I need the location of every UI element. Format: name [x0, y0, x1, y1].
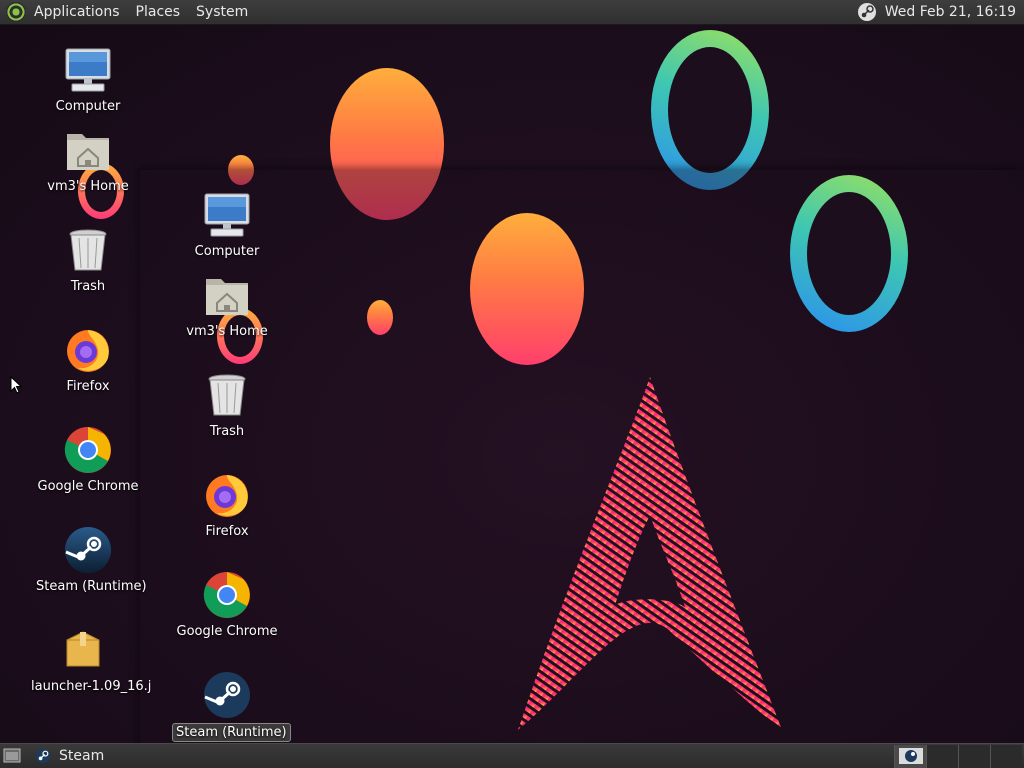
taskbar-item-steam[interactable]: Steam [31, 745, 196, 768]
workspace-2[interactable] [926, 744, 958, 768]
desktop-icon-label: Trash [70, 279, 106, 294]
desktop-icon-computer[interactable]: Computer [33, 46, 143, 115]
home-folder-icon [203, 271, 251, 319]
desktop-icon-label: Google Chrome [37, 479, 139, 494]
orange-circle-decoration [470, 213, 584, 365]
workspace-4[interactable] [990, 744, 1022, 768]
workspace-1[interactable] [894, 744, 926, 768]
desktop-icon-label: vm3's Home [186, 324, 268, 339]
desktop-icon-label: launcher-1.09_16.j [31, 679, 152, 694]
menu-system[interactable]: System [188, 0, 256, 25]
workspace-switcher[interactable] [894, 744, 1022, 768]
desktop-icon-label: Google Chrome [176, 624, 278, 639]
desktop-icon-label: Steam (Runtime) [172, 723, 291, 742]
computer-icon [203, 191, 251, 239]
computer-icon [64, 46, 112, 94]
desktop-icon-label: Computer [55, 99, 121, 114]
clock[interactable]: Wed Feb 21, 16:19 [857, 2, 1024, 22]
trash-icon [203, 371, 251, 419]
desktop-wallpaper [0, 25, 1024, 743]
steam-icon [64, 526, 112, 574]
show-desktop-button[interactable] [1, 745, 23, 767]
desktop-icon-label: Computer [194, 244, 260, 259]
small-orange-circle-decoration [367, 300, 393, 335]
desktop-icon-chrome[interactable]: Google Chrome [172, 571, 282, 640]
steam-icon [203, 671, 251, 719]
desktop-icon-label: Firefox [66, 379, 110, 394]
desktop-icon-home[interactable]: vm3's Home [33, 126, 143, 195]
mouse-cursor-icon [10, 376, 22, 394]
chrome-icon [64, 426, 112, 474]
desktop-icon-label: Firefox [205, 524, 249, 539]
package-icon [59, 626, 107, 674]
workspace-thumbnail-steam-icon [898, 748, 923, 764]
trash-icon [64, 226, 112, 274]
desktop-icon-steam[interactable]: Steam (Runtime) [33, 526, 147, 595]
top-panel: Applications Places System Wed Feb 21, 1… [0, 0, 1024, 25]
desktop-icon-label: Steam (Runtime) [36, 579, 147, 594]
steam-tray-icon[interactable] [857, 2, 877, 22]
firefox-icon [64, 326, 112, 374]
desktop-icon-steam[interactable]: Steam (Runtime) [172, 671, 291, 742]
menu-applications[interactable]: Applications [26, 0, 128, 25]
desktop-icon-chrome[interactable]: Google Chrome [33, 426, 143, 495]
desktop-icon-firefox[interactable]: Firefox [33, 326, 143, 395]
menu-places[interactable]: Places [128, 0, 189, 25]
desktop-icon-home[interactable]: vm3's Home [172, 271, 282, 340]
desktop-icon-firefox[interactable]: Firefox [172, 471, 282, 540]
desktop-icon-label: Trash [209, 424, 245, 439]
desktop-icon-label: vm3's Home [47, 179, 129, 194]
desktop-icon-launcher[interactable]: launcher-1.09_16.j [28, 626, 151, 695]
distro-logo-icon[interactable] [6, 2, 26, 22]
workspace-3[interactable] [958, 744, 990, 768]
clock-text: Wed Feb 21, 16:19 [884, 4, 1016, 20]
gradient-ring-decoration [790, 175, 908, 332]
desktop-icon-trash[interactable]: Trash [172, 371, 282, 440]
show-desktop-icon [3, 748, 21, 763]
steam-icon [35, 748, 51, 764]
taskbar-item-label: Steam [59, 748, 105, 764]
desktop-icon-computer[interactable]: Computer [172, 191, 282, 260]
home-folder-icon [64, 126, 112, 174]
bottom-panel: Steam [0, 743, 1024, 768]
chrome-icon [203, 571, 251, 619]
gradient-ring-decoration [651, 30, 769, 190]
desktop-icon-trash[interactable]: Trash [33, 226, 143, 295]
arch-logo-decoration [518, 377, 782, 730]
firefox-icon [203, 471, 251, 519]
